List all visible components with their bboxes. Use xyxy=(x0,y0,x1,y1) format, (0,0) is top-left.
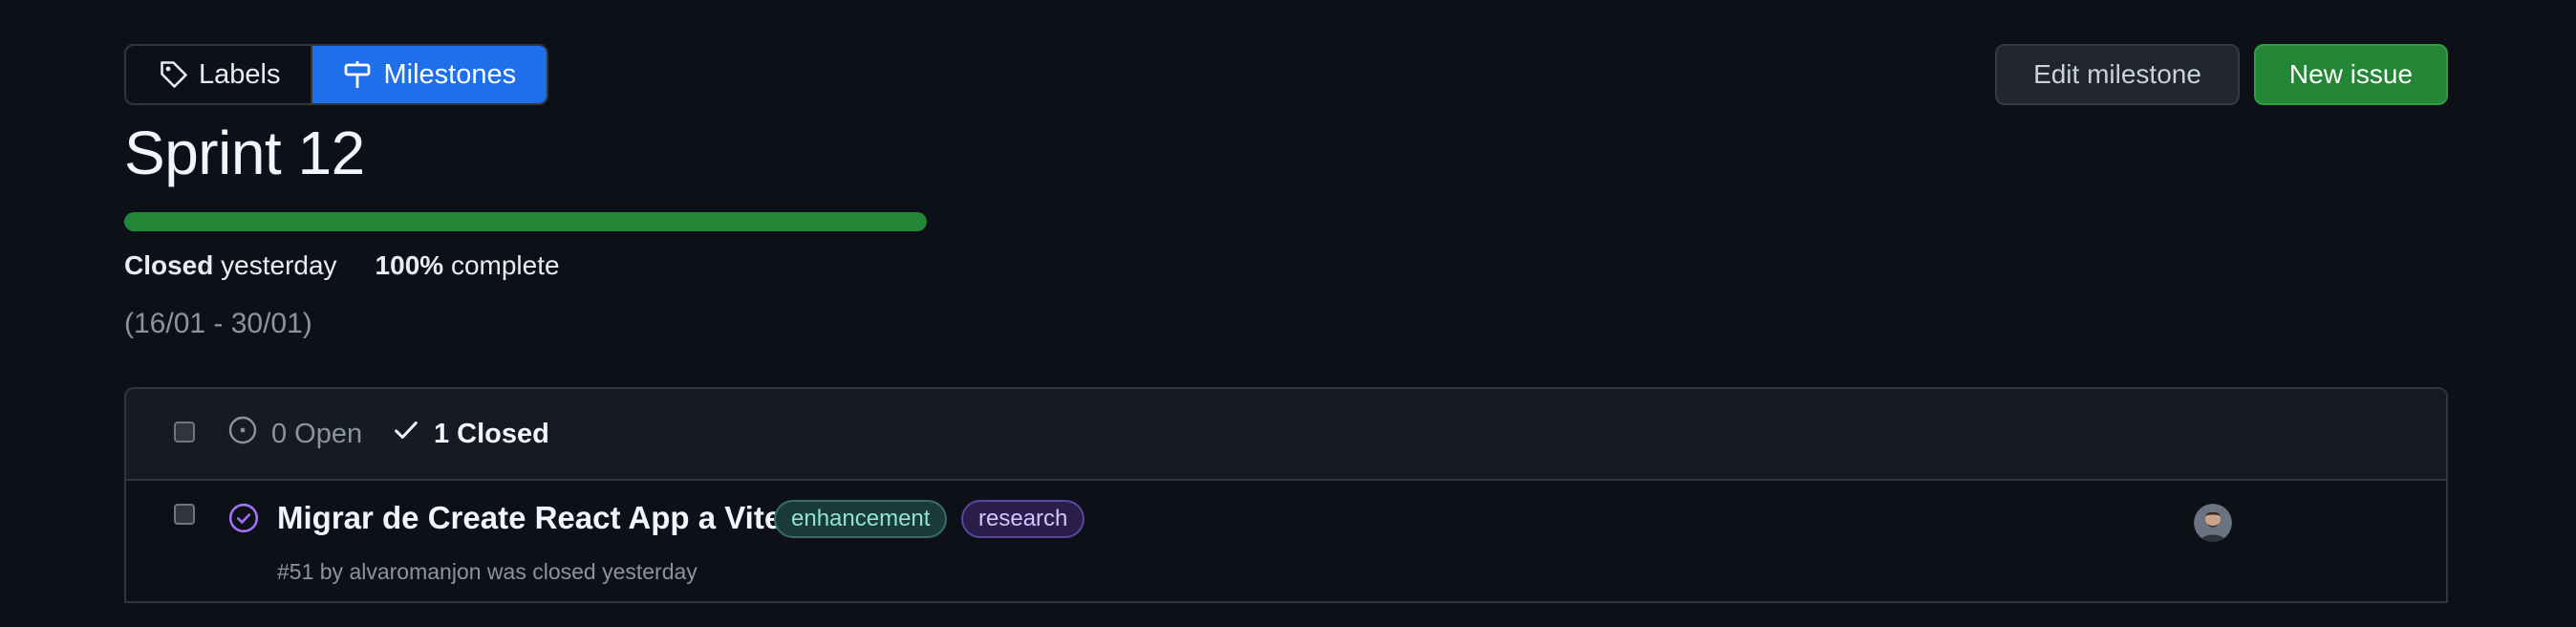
issue-title-link[interactable]: Migrar de Create React App a Vite xyxy=(277,500,782,536)
issue-open-icon xyxy=(227,415,258,453)
edit-milestone-button[interactable]: Edit milestone xyxy=(1995,44,2240,105)
check-icon xyxy=(392,416,420,452)
progress-fill xyxy=(124,212,927,231)
milestone-dates: (16/01 - 30/01) xyxy=(124,308,312,339)
issue-checkbox[interactable] xyxy=(174,504,195,525)
completion-label: complete xyxy=(450,250,560,280)
new-issue-button[interactable]: New issue xyxy=(2254,44,2448,105)
closed-status-label: Closed xyxy=(124,250,214,280)
milestones-tab[interactable]: Milestones xyxy=(312,46,547,103)
milestones-tab-label: Milestones xyxy=(383,58,517,90)
issues-list: 0 Open 1 Closed Migrar de Create React A xyxy=(124,387,2448,603)
issue-closed-icon xyxy=(227,502,260,539)
tag-icon xyxy=(159,59,189,90)
open-count-label: 0 Open xyxy=(271,418,363,449)
issue-meta: #51 by alvaromanjon was closed yesterday xyxy=(277,559,698,584)
closed-when: yesterday xyxy=(221,250,337,280)
closed-status: Closed yesterday xyxy=(124,250,337,281)
milestone-meta: Closed yesterday 100% complete xyxy=(124,250,560,281)
issue-row[interactable]: Migrar de Create React App a Vite enhanc… xyxy=(126,481,2446,601)
closed-count-label: 1 Closed xyxy=(434,418,549,449)
milestone-page: Labels Milestones Edit milestone New iss… xyxy=(0,0,2576,627)
label-enhancement[interactable]: enhancement xyxy=(774,500,948,538)
closed-issues-filter[interactable]: 1 Closed xyxy=(392,389,549,479)
issues-list-header: 0 Open 1 Closed xyxy=(126,389,2446,481)
labels-tab[interactable]: Labels xyxy=(126,46,311,103)
label-research[interactable]: research xyxy=(961,500,1085,538)
completion: 100% complete xyxy=(376,250,560,281)
milestone-icon xyxy=(343,59,374,90)
select-all-checkbox[interactable] xyxy=(174,422,195,443)
completion-percent: 100% xyxy=(375,250,444,280)
open-issues-filter[interactable]: 0 Open xyxy=(227,389,362,479)
milestone-title: Sprint 12 xyxy=(124,119,365,187)
labels-milestones-nav: Labels Milestones xyxy=(124,44,549,105)
assignee-avatar[interactable] xyxy=(2194,504,2232,542)
labels-tab-label: Labels xyxy=(199,58,281,90)
milestone-progress-bar xyxy=(124,212,927,231)
